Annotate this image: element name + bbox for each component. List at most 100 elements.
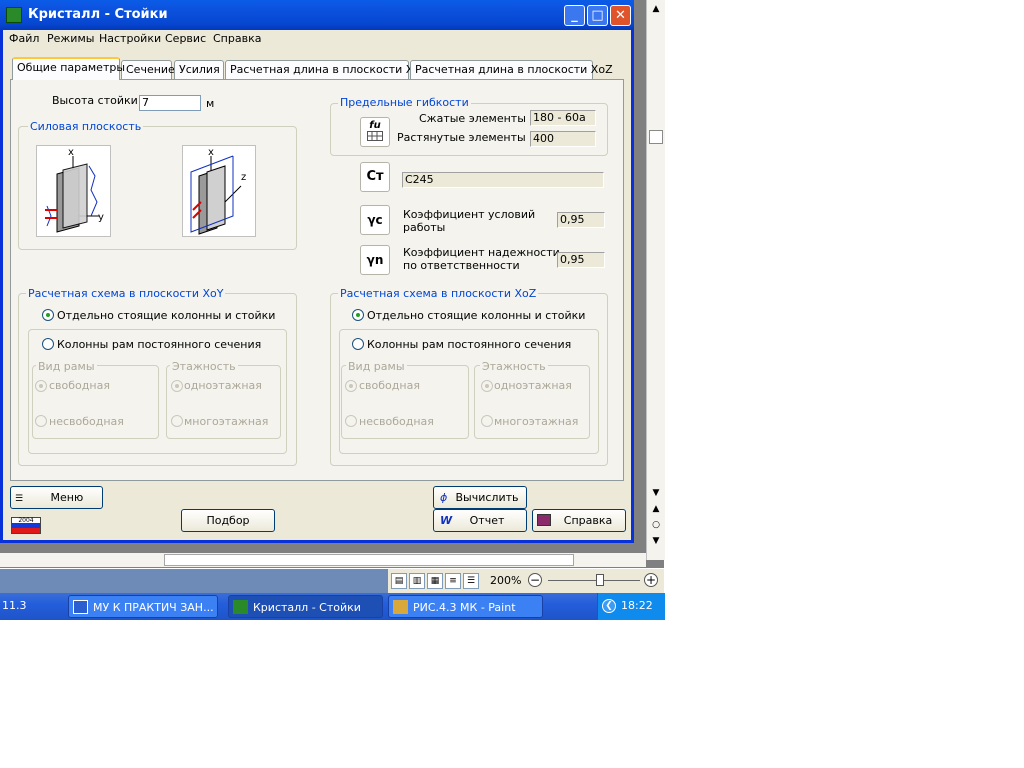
tensile-label: Растянутые элементы — [397, 131, 526, 144]
gamma-n-button[interactable]: γn — [360, 245, 390, 275]
xoz-free-label[interactable]: свободная — [359, 379, 420, 392]
xoy-multi-label[interactable]: многоэтажная — [184, 415, 268, 428]
xoy-nonfree-radio[interactable] — [35, 415, 47, 427]
zoom-out-icon[interactable]: − — [528, 573, 542, 587]
menu-modes[interactable]: Режимы — [47, 32, 94, 45]
steel-value[interactable]: С245 — [402, 172, 604, 188]
scheme-xoy-title: Расчетная схема в плоскости XoY — [26, 287, 226, 300]
word-icon: W — [440, 514, 453, 527]
xoz-standalone-label[interactable]: Отдельно стоящие колонны и стойки — [367, 309, 585, 322]
scroll-up-icon[interactable]: ▲ — [649, 2, 663, 16]
menu-file[interactable]: Файл — [9, 32, 39, 45]
zoom-in-icon[interactable]: + — [644, 573, 658, 587]
xoy-floors-title: Этажность — [170, 360, 238, 373]
draft-view-icon[interactable]: ☰ — [463, 573, 479, 589]
xoz-multi-radio[interactable] — [481, 415, 493, 427]
slenderness-table-icon[interactable]: fu — [360, 117, 390, 147]
window-title: Кристалл - Стойки — [28, 7, 168, 22]
tab-section[interactable]: Сечение — [121, 60, 175, 79]
status-bar-left — [0, 569, 388, 593]
zoom-level[interactable]: 200% — [490, 574, 521, 587]
xoy-single-label[interactable]: одноэтажная — [184, 379, 262, 392]
taskbar: 11.3 МУ К ПРАКТИЧ ЗАН... Кристалл - Стой… — [0, 593, 665, 620]
horizontal-scrollbar[interactable] — [0, 553, 646, 567]
xoz-single-radio[interactable] — [481, 380, 493, 392]
xoz-nonfree-label[interactable]: несвободная — [359, 415, 434, 428]
gamma-c-label: Коэффициент условий работы — [403, 208, 536, 234]
maximize-button[interactable]: □ — [587, 5, 608, 26]
xoz-frame-radio[interactable] — [352, 338, 364, 350]
gamma-n-value[interactable]: 0,95 — [557, 252, 605, 268]
taskbar-item-label: Кристалл - Стойки — [253, 601, 361, 614]
vertical-scrollbar[interactable]: ▲ ▼ ▲ ○ ▼ — [646, 0, 665, 560]
report-button[interactable]: W Отчет — [433, 509, 527, 532]
axis-x-label: x — [68, 147, 74, 158]
help-button[interactable]: Справка — [532, 509, 626, 532]
flag-red — [12, 528, 40, 533]
xoy-standalone-label[interactable]: Отдельно стоящие колонны и стойки — [57, 309, 275, 322]
plane-xoz-option[interactable] — [182, 145, 256, 237]
xoy-nonfree-label[interactable]: несвободная — [49, 415, 124, 428]
tab-forces[interactable]: Усилия — [174, 60, 224, 79]
year-badge: 2004 — [11, 517, 41, 534]
xoz-frame-type-title: Вид рамы — [346, 360, 407, 373]
xoy-frame-radio[interactable] — [42, 338, 54, 350]
tab-general[interactable]: Общие параметры — [12, 57, 125, 80]
gamma-c-button[interactable]: γc — [360, 205, 390, 235]
power-plane-title: Силовая плоскость — [28, 120, 144, 133]
xoy-free-label[interactable]: свободная — [49, 379, 110, 392]
next-page-icon[interactable]: ▼ — [649, 534, 663, 548]
compressed-value[interactable]: 180 - 60a — [530, 110, 596, 126]
plane-xoy-option[interactable] — [36, 145, 111, 237]
xoz-free-radio[interactable] — [345, 380, 357, 392]
word-doc-icon — [73, 600, 88, 614]
tray-expand-icon[interactable]: ❮ — [602, 599, 616, 613]
menu-settings[interactable]: Настройки — [99, 32, 161, 45]
steel-button[interactable]: Ст — [360, 162, 390, 192]
xoz-standalone-radio[interactable] — [352, 309, 364, 321]
scrollbar-thumb[interactable] — [649, 130, 663, 144]
zoom-slider-track[interactable] — [548, 580, 640, 581]
taskbar-item-crystal[interactable]: Кристалл - Стойки — [228, 595, 383, 618]
prev-page-icon[interactable]: ▲ — [649, 502, 663, 516]
app-icon[interactable] — [6, 7, 22, 23]
menu-list-icon: ☰ — [15, 494, 24, 504]
tensile-value[interactable]: 400 — [530, 131, 596, 147]
hscroll-thumb[interactable] — [164, 554, 574, 566]
tab-length-xoz[interactable]: Расчетная длина в плоскости XoZ — [410, 60, 613, 79]
zoom-slider-thumb[interactable] — [596, 574, 604, 586]
select-button[interactable]: Подбор — [181, 509, 275, 532]
xoz-single-label[interactable]: одноэтажная — [494, 379, 572, 392]
menu-button[interactable]: ☰ Меню — [10, 486, 103, 509]
column-xoz-icon — [190, 155, 242, 235]
scroll-down-icon[interactable]: ▼ — [649, 486, 663, 500]
outline-view-icon[interactable]: ≡ — [445, 573, 461, 589]
height-input[interactable]: 7 — [139, 95, 201, 111]
web-view-icon[interactable]: ▦ — [427, 573, 443, 589]
calculate-button[interactable]: ϕ Вычислить — [433, 486, 527, 509]
browse-object-icon[interactable]: ○ — [649, 518, 663, 532]
xoy-multi-radio[interactable] — [171, 415, 183, 427]
xoy-free-radio[interactable] — [35, 380, 47, 392]
taskbar-item-paint[interactable]: РИС.4.3 МК - Paint — [388, 595, 543, 618]
xoy-standalone-radio[interactable] — [42, 309, 54, 321]
menu-help[interactable]: Справка — [213, 32, 261, 45]
menu-service[interactable]: Сервис — [165, 32, 206, 45]
xoz-frame-label[interactable]: Колонны рам постоянного сечения — [367, 338, 571, 351]
minimize-button[interactable]: _ — [564, 5, 585, 26]
reading-view-icon[interactable]: ▥ — [409, 573, 425, 589]
xoz-nonfree-radio[interactable] — [345, 415, 357, 427]
axis-y-label: y — [98, 212, 104, 223]
gamma-n-label: Коэффициент надежности по ответственност… — [403, 246, 560, 272]
normal-view-icon[interactable]: ▤ — [391, 573, 407, 589]
taskbar-item-label: РИС.4.3 МК - Paint — [413, 601, 516, 614]
close-button[interactable]: ✕ — [610, 5, 631, 26]
tab-length-xoy[interactable]: Расчетная длина в плоскости XoY — [225, 60, 427, 79]
xoy-single-radio[interactable] — [171, 380, 183, 392]
taskbar-item-word[interactable]: МУ К ПРАКТИЧ ЗАН... — [68, 595, 218, 618]
taskbar-left-fragment[interactable]: 11.3 — [2, 599, 27, 612]
xoy-frame-label[interactable]: Колонны рам постоянного сечения — [57, 338, 261, 351]
gamma-c-value[interactable]: 0,95 — [557, 212, 605, 228]
title-bar[interactable]: Кристалл - Стойки _ □ ✕ — [0, 0, 634, 30]
xoz-multi-label[interactable]: многоэтажная — [494, 415, 578, 428]
